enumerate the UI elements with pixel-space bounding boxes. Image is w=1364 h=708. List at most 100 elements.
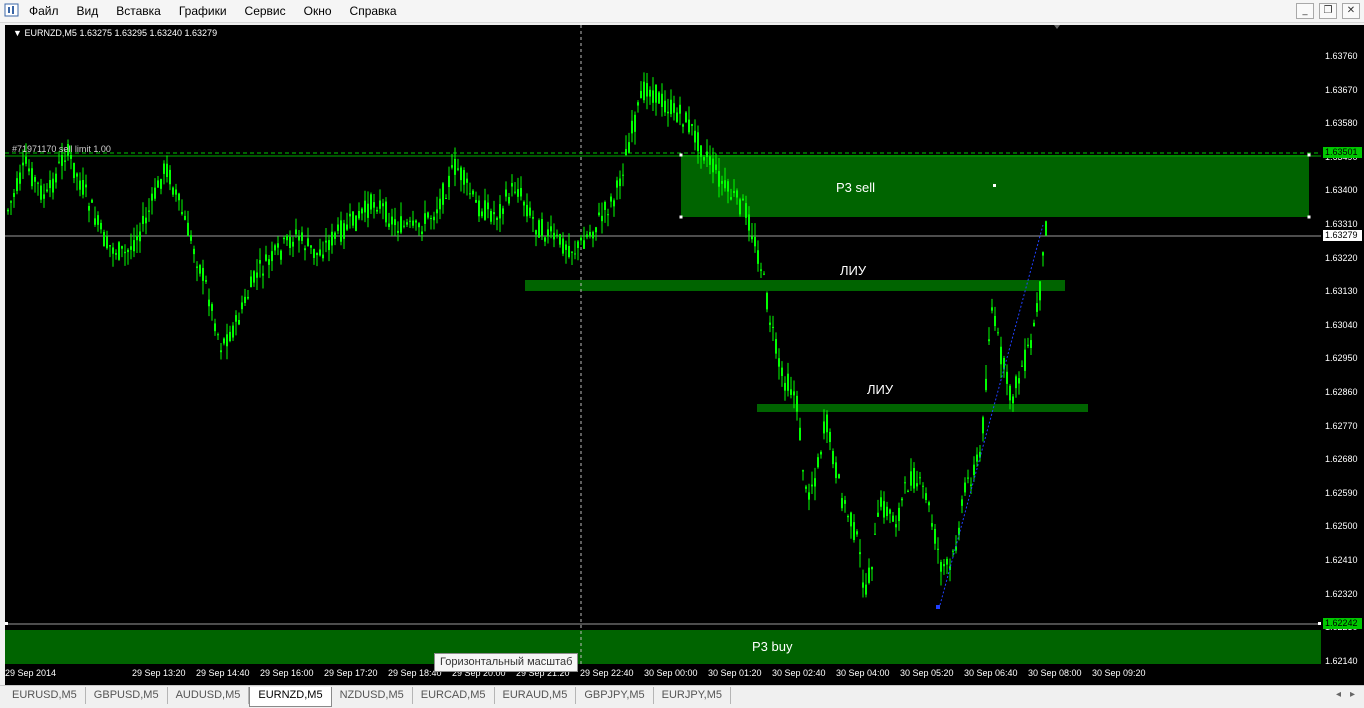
candle-body (913, 468, 915, 489)
restore-button[interactable]: ❐ (1319, 3, 1337, 19)
time-axis[interactable]: 29 Sep 2014 29 Sep 13:20 29 Sep 14:40 29 Se… (5, 665, 1364, 685)
candle-body (673, 103, 675, 113)
candle-body (343, 223, 345, 239)
candle-body (1033, 322, 1035, 327)
candle-body (532, 217, 534, 219)
candle-body (682, 124, 684, 127)
tab-scroll-right-icon[interactable]: ▸ (1350, 689, 1355, 700)
menu-item-4[interactable]: Сервис (236, 0, 295, 22)
candle-body (247, 296, 249, 299)
candle-body (250, 276, 252, 288)
candle-body (856, 531, 858, 535)
candle-body (733, 190, 735, 193)
candle-body (925, 493, 927, 500)
candle-body (10, 201, 12, 203)
menu-item-5[interactable]: Окно (295, 0, 341, 22)
candle-body (952, 550, 954, 552)
candle-body (655, 84, 657, 103)
menu-item-6[interactable]: Справка (341, 0, 406, 22)
candle-body (832, 451, 834, 465)
candle-body (1039, 281, 1041, 301)
candle-body (469, 193, 471, 195)
chart-tab-eurcadm5[interactable]: EURCAD,M5 (413, 687, 495, 704)
candle-body (43, 194, 45, 199)
candle-body (160, 179, 162, 189)
candle-body (418, 223, 420, 228)
chart-tab-gbpusdm5[interactable]: GBPUSD,M5 (86, 687, 168, 704)
candle-body (262, 273, 264, 276)
candle-body (646, 83, 648, 97)
price-tick: 1.62500 (1325, 521, 1358, 532)
candle-body (253, 271, 255, 283)
candle-body (754, 236, 756, 247)
candle-body (964, 482, 966, 493)
minimize-button[interactable]: _ (1296, 3, 1314, 19)
price-chart[interactable] (5, 25, 1321, 665)
menu-item-2[interactable]: Вставка (107, 0, 170, 22)
candle-body (157, 180, 159, 188)
price-tick: 1.62590 (1325, 487, 1358, 498)
candle-body (652, 90, 654, 103)
price-tag-sell-limit: 1.63501 (1323, 147, 1362, 158)
tab-scroll-left-icon[interactable]: ◂ (1336, 689, 1341, 700)
chart-canvas[interactable]: ▼ EURNZD,M5 1.63275 1.63295 1.63240 1.63… (5, 25, 1321, 665)
candle-body (544, 237, 546, 242)
candle-body (301, 232, 303, 241)
candle-body (688, 119, 690, 133)
time-tick: 29 Sep 22:40 (580, 668, 634, 678)
chart-tab-eurusdm5[interactable]: EURUSD,M5 (4, 687, 86, 704)
candle-body (658, 92, 660, 104)
chart-tab-audusdm5[interactable]: AUDUSD,M5 (168, 687, 250, 704)
candle-body (1012, 396, 1014, 404)
candle-body (1000, 346, 1002, 365)
candle-body (124, 251, 126, 254)
candle-body (415, 220, 417, 223)
candle-body (283, 237, 285, 240)
menu-item-3[interactable]: Графики (170, 0, 236, 22)
candle-body (799, 427, 801, 441)
time-tick: 30 Sep 02:40 (772, 668, 826, 678)
time-tick: 30 Sep 08:00 (1028, 668, 1082, 678)
chart-tab-nzdusdm5[interactable]: NZDUSD,M5 (332, 687, 413, 704)
close-button[interactable]: ✕ (1342, 3, 1360, 19)
candle-body (529, 207, 531, 216)
candle-body (802, 470, 804, 472)
candle-body (637, 102, 639, 106)
sell-limit-order-label[interactable]: #71971170 sell limit 1.00 (12, 144, 111, 154)
candle-body (463, 170, 465, 185)
price-axis[interactable]: 1.621401.622301.623201.624101.625001.625… (1321, 25, 1364, 666)
chart-tab-eurjpym5[interactable]: EURJPY,M5 (654, 687, 731, 704)
dropdown-triangle-icon[interactable]: ▼ (13, 28, 22, 38)
candle-body (364, 200, 366, 213)
candle-body (382, 203, 384, 207)
chart-tab-eurnzdm5[interactable]: EURNZD,M5 (249, 687, 332, 707)
candle-body (475, 199, 477, 203)
candle-body (349, 213, 351, 217)
candle-body (490, 210, 492, 222)
candle-body (145, 217, 147, 224)
candle-body (142, 215, 144, 224)
candle-body (748, 214, 750, 231)
candle-body (217, 334, 219, 336)
candle-body (589, 231, 591, 236)
candle-body (55, 173, 57, 183)
menu-item-1[interactable]: Вид (68, 0, 108, 22)
candle-body (676, 112, 678, 122)
candle-body (610, 196, 612, 202)
candle-body (844, 500, 846, 504)
chart-tab-gbpjpym5[interactable]: GBPJPY,M5 (576, 687, 654, 704)
candle-body (196, 266, 198, 268)
candle-body (34, 177, 36, 182)
time-tick: 29 Sep 14:40 (196, 668, 250, 678)
candle-body (187, 222, 189, 237)
candle-body (340, 220, 342, 242)
menu-item-0[interactable]: Файл (20, 0, 68, 22)
candle-body (1015, 376, 1017, 389)
candle-body (502, 208, 504, 214)
line-handle (5, 622, 8, 625)
candle-body (361, 208, 363, 214)
candle-body (64, 160, 66, 162)
app-icon[interactable] (4, 3, 20, 18)
chart-tab-euraudm5[interactable]: EURAUD,M5 (495, 687, 577, 704)
candle-body (568, 246, 570, 258)
